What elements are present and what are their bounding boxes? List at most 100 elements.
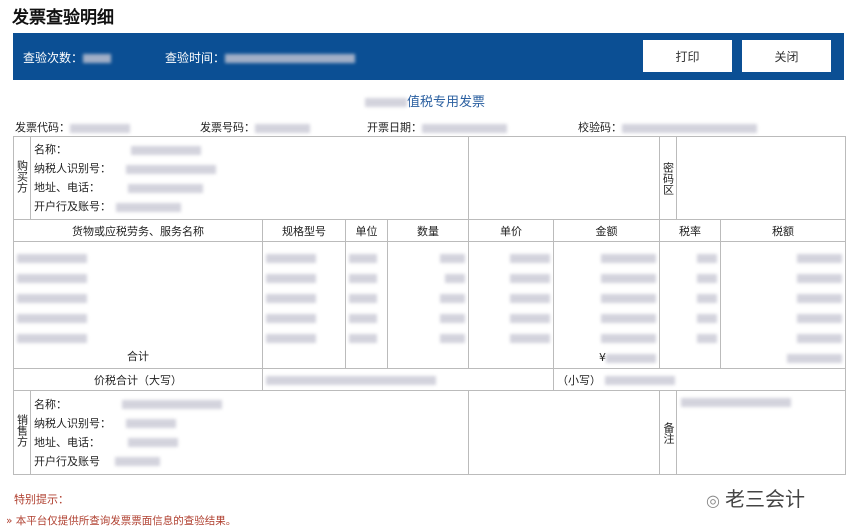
check-count: 查验次数： — [23, 49, 112, 66]
blurred-value — [70, 123, 130, 133]
blurred-value — [601, 253, 656, 263]
col-rate: 税率 — [659, 219, 721, 242]
blurred-value — [787, 353, 842, 363]
blurred-value — [122, 400, 222, 409]
buyer-side-label: 购买方 — [13, 136, 31, 220]
check-time-label: 查验时间： — [165, 51, 226, 65]
blurred-value — [349, 273, 377, 283]
blurred-value — [697, 313, 717, 323]
invoice-title: 值税专用发票 — [365, 91, 485, 110]
item-specs — [262, 241, 346, 369]
blurred-value — [266, 333, 316, 343]
label: 纳税人识别号： — [34, 416, 111, 430]
blurred-value — [622, 123, 757, 133]
blurred-value — [266, 253, 316, 263]
blurred-value — [17, 293, 87, 303]
item-price — [468, 241, 554, 369]
blurred-value — [601, 333, 656, 343]
buyer-row: 购买方 名称： 纳税人识别号： 地址、电话： 开户行及账号： 密码区 — [13, 136, 846, 220]
blurred-value — [440, 293, 465, 303]
print-button[interactable]: 打印 — [643, 40, 732, 72]
seller-info: 名称： 纳税人识别号： 地址、电话： 开户行及账号 — [30, 390, 469, 475]
invoice-number: 发票号码： — [200, 119, 310, 135]
blurred-value — [510, 333, 550, 343]
notice-title: 特别提示： — [14, 493, 69, 506]
watermark-text: 老三会计 — [725, 487, 806, 511]
blurred-value — [255, 123, 310, 133]
sum-row: 价税合计（大写） （小写） — [13, 368, 846, 391]
sum-lower-label: （小写） — [557, 373, 601, 387]
remark-area: 备注 — [659, 390, 846, 475]
cipher-label: 密码区 — [661, 161, 675, 195]
blurred-value — [510, 273, 550, 283]
total-label: 合计 — [127, 350, 149, 363]
buyer-bank: 开户行及账号： — [34, 197, 465, 216]
item-units — [345, 241, 388, 369]
blurred-value — [17, 313, 87, 323]
blurred-value — [697, 273, 717, 283]
seller-row: 销售方 名称： 纳税人识别号： 地址、电话： 开户行及账号 备注 — [13, 390, 846, 475]
notice-text: » 本平台仅提供所查询发票票面信息的查验结果。 — [6, 515, 237, 527]
label: 开票日期： — [367, 121, 422, 134]
check-time: 查验时间： — [165, 49, 356, 66]
blurred-value — [266, 273, 316, 283]
sum-upper-value — [262, 368, 554, 391]
blurred-value — [126, 419, 176, 428]
blurred-value — [510, 253, 550, 263]
blurred-value — [440, 253, 465, 263]
label: 地址、电话： — [34, 435, 100, 449]
blurred-value — [266, 313, 316, 323]
yen-sign: ¥ — [599, 351, 606, 364]
blurred-value — [697, 293, 717, 303]
col-name: 货物或应税劳务、服务名称 — [13, 219, 263, 242]
seller-name: 名称： — [34, 395, 465, 414]
watermark: ◎ 老三会计 — [706, 483, 805, 512]
item-qty — [387, 241, 469, 369]
buyer-info: 名称： 纳税人识别号： 地址、电话： 开户行及账号： — [30, 136, 469, 220]
blurred-value — [130, 145, 201, 155]
close-button[interactable]: 关闭 — [742, 40, 831, 72]
blank-cell — [468, 136, 660, 220]
blurred-value — [797, 273, 842, 283]
seller-side-label: 销售方 — [13, 390, 31, 475]
buyer-address: 地址、电话： — [34, 178, 465, 197]
blurred-value — [266, 293, 316, 303]
remark-label: 备注 — [662, 421, 675, 444]
blurred-value — [126, 164, 216, 174]
label: 地址、电话： — [34, 181, 100, 194]
blurred-value — [440, 313, 465, 323]
sum-lower: （小写） — [553, 368, 846, 391]
info-bar: 查验次数： 查验时间： 打印 关闭 — [13, 33, 844, 80]
label: 纳税人识别号： — [34, 162, 111, 175]
page-title: 发票查验明细 — [12, 8, 114, 28]
blurred-value — [422, 123, 507, 133]
seller-bank: 开户行及账号 — [34, 452, 465, 471]
label: 开户行及账号 — [34, 454, 100, 468]
blurred-value — [606, 353, 656, 363]
blurred-value — [17, 253, 87, 263]
text: 销售方 — [15, 414, 29, 447]
text: 购买方 — [15, 159, 29, 193]
blurred-value — [225, 54, 356, 63]
label: 发票代码： — [15, 121, 70, 134]
seller-tax-id: 纳税人识别号： — [34, 414, 465, 433]
col-tax: 税额 — [720, 219, 846, 242]
blurred-value — [601, 273, 656, 283]
blurred-value — [115, 457, 160, 466]
blurred-value — [510, 313, 550, 323]
invoice-title-text: 值税专用发票 — [407, 95, 486, 110]
label: 开户行及账号： — [34, 200, 111, 213]
label: 名称： — [34, 143, 67, 156]
blurred-value — [697, 333, 717, 343]
check-code: 校验码： — [578, 119, 757, 135]
invoice-table: 购买方 名称： 纳税人识别号： 地址、电话： 开户行及账号： 密码区 货物或应税… — [13, 136, 846, 475]
blurred-value — [349, 253, 377, 263]
blurred-value — [797, 293, 842, 303]
blurred-value — [17, 273, 87, 283]
blurred-value — [365, 98, 407, 107]
label: 校验码： — [578, 121, 622, 134]
buyer-name: 名称： — [34, 140, 465, 159]
label: 发票号码： — [200, 121, 255, 134]
item-rate — [659, 241, 721, 369]
blurred-value — [445, 273, 465, 283]
